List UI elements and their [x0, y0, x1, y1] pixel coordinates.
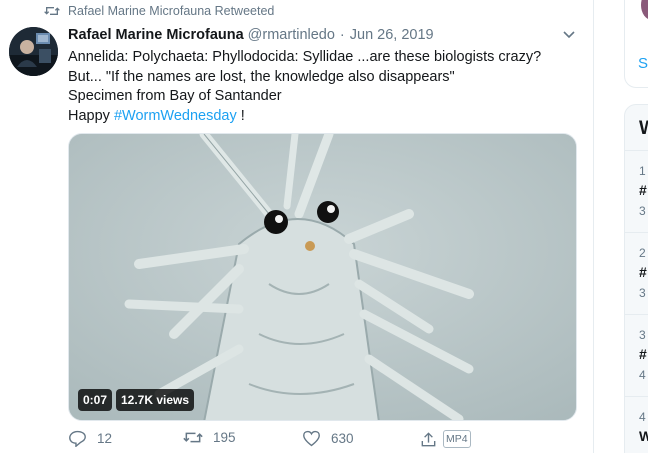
reply-count: 12 — [97, 431, 113, 446]
trend-rank: 3 — [639, 328, 646, 342]
tweet-actions: 12 195 630 MP4 — [0, 430, 593, 452]
video-views-badge: 12.7K views — [116, 389, 195, 411]
tweet-text-suffix: ! — [236, 107, 245, 124]
trend-divider — [624, 150, 648, 151]
tweet-text-line: Happy #WormWednesday ! — [68, 107, 568, 127]
trend-hashtag[interactable]: # — [639, 346, 647, 362]
tweet-text-prefix: Happy — [68, 107, 114, 124]
trend-count: 4 — [639, 368, 646, 382]
trend-rank: 1 — [639, 164, 646, 178]
sidebar-link[interactable]: S — [638, 55, 648, 72]
video-duration-badge: 0:07 — [78, 389, 113, 411]
hashtag-link[interactable]: #WormWednesday — [114, 108, 237, 124]
trend-count: 3 — [639, 286, 646, 300]
trend-rank: 4 — [639, 410, 646, 424]
author-avatar[interactable] — [9, 27, 58, 76]
tweet[interactable]: Rafael Marine Microfauna Retweeted Rafae… — [0, 0, 593, 453]
trend-hashtag[interactable]: # — [639, 264, 647, 280]
retweet-context-text[interactable]: Rafael Marine Microfauna Retweeted — [68, 4, 274, 18]
trends-title: W — [639, 118, 648, 139]
tweet-text-line: Annelida: Polychaeta: Phyllodocida: Syll… — [68, 49, 542, 65]
tweet-date[interactable]: Jun 26, 2019 — [350, 27, 434, 43]
trend-hashtag[interactable]: # — [639, 182, 647, 198]
author-handle[interactable]: @rmartinledo — [248, 27, 335, 43]
tweet-text: Annelida: Polychaeta: Phyllodocida: Syll… — [68, 48, 568, 126]
tweet-header: Rafael Marine Microfauna @rmartinledo · … — [68, 27, 434, 43]
author-name[interactable]: Rafael Marine Microfauna — [68, 27, 244, 43]
trend-divider — [624, 232, 648, 233]
retweet-context[interactable]: Rafael Marine Microfauna Retweeted — [44, 4, 274, 18]
tweet-text-line: Specimen from Bay of Santander — [68, 88, 282, 104]
reply-button[interactable]: 12 — [68, 430, 112, 447]
trend-hashtag[interactable]: W — [639, 428, 648, 444]
share-icon — [421, 431, 436, 446]
retweet-context-icon — [44, 7, 60, 15]
caret-down-icon[interactable] — [562, 30, 576, 40]
trend-rank: 2 — [639, 246, 646, 260]
mp4-download-badge[interactable]: MP4 — [443, 430, 471, 448]
trend-divider — [624, 396, 648, 397]
share-button[interactable]: MP4 — [420, 430, 471, 448]
tweet-text-line: But... "If the names are lost, the knowl… — [68, 68, 455, 85]
trend-divider — [624, 314, 648, 315]
trend-count: 3 — [639, 204, 646, 218]
twitter-page: Rafael Marine Microfauna Retweeted Rafae… — [0, 0, 648, 453]
column-divider — [593, 0, 594, 453]
like-count: 630 — [331, 431, 354, 446]
retweet-count: 195 — [213, 430, 236, 445]
like-icon — [303, 430, 320, 447]
video-player[interactable] — [68, 133, 577, 421]
avatar-image — [9, 27, 58, 76]
video-frame — [69, 134, 576, 420]
like-button[interactable]: 630 — [302, 430, 354, 447]
retweet-button[interactable]: 195 — [183, 430, 236, 445]
header-separator: · — [339, 27, 345, 43]
reply-icon — [69, 430, 86, 447]
retweet-icon — [183, 432, 203, 443]
